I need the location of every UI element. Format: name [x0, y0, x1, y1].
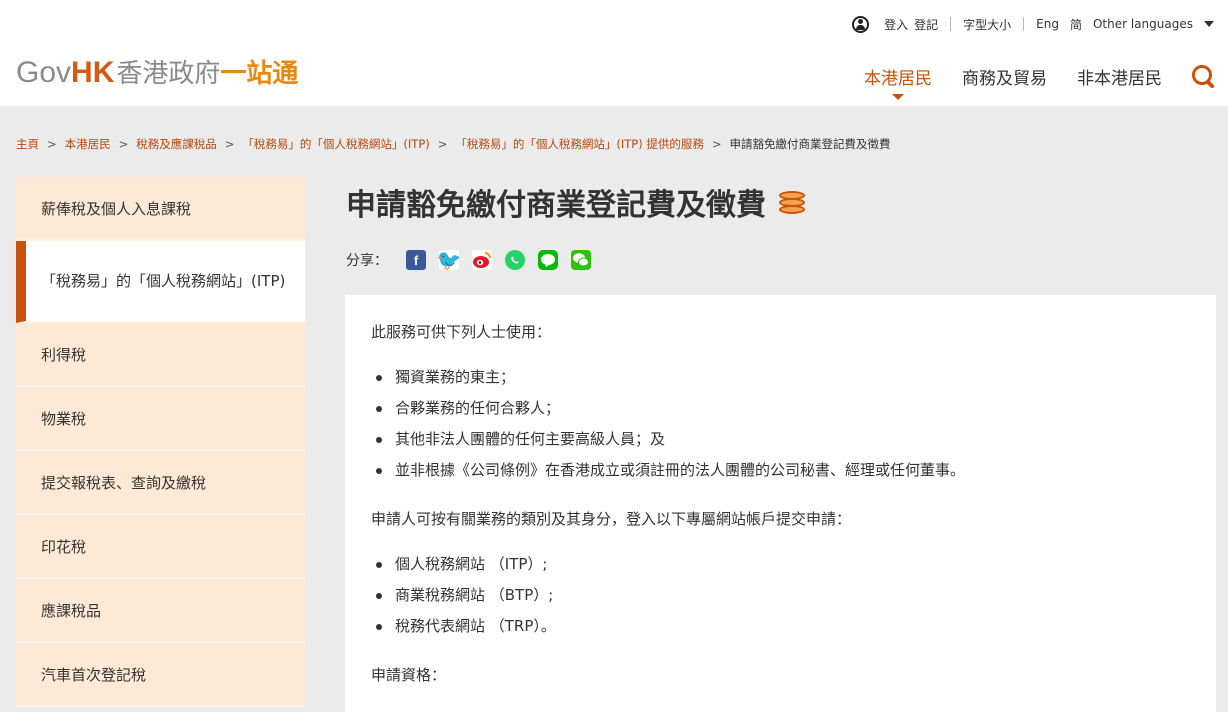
share-label: 分享： — [346, 253, 388, 269]
login-link[interactable]: 登入 — [884, 16, 908, 33]
logo-cn-highlight: 一站通 — [220, 58, 299, 88]
portal-list: 個人稅務網站 （ITP）; 商業稅務網站 （BTP）; 稅務代表網站 （TRP）… — [371, 549, 1190, 642]
weibo-icon[interactable] — [472, 250, 492, 270]
eligible-users-list: 獨資業務的東主； 合夥業務的任何合夥人； 其他非法人團體的任何主要高級人員；及 … — [371, 362, 1190, 486]
logo-hk-text: HK — [71, 56, 115, 89]
list-item: 並非根據《公司條例》在香港成立或須註冊的法人團體的公司秘書、經理或任何董事。 — [371, 455, 1190, 486]
share-bar: 分享： f 🐦 — [346, 250, 604, 272]
divider — [1023, 17, 1025, 31]
content-panel: 此服務可供下列人士使用： 獨資業務的東主； 合夥業務的任何合夥人； 其他非法人團… — [345, 295, 1216, 712]
site-header: 登入 登記 字型大小 Eng 简 Other languages Gov HK 香港… — [0, 0, 1228, 106]
twitter-icon[interactable]: 🐦 — [437, 250, 462, 272]
nav-item-non-residents[interactable]: 非本港居民 — [1077, 64, 1162, 89]
breadcrumb-residents[interactable]: 本港居民 — [65, 136, 111, 152]
page-title-text: 申請豁免繳付商業登記費及徵費 — [346, 188, 766, 223]
english-link[interactable]: Eng — [1036, 17, 1059, 31]
sidebar-item-salaries-tax[interactable]: 薪俸稅及個人入息課稅 — [16, 177, 305, 241]
other-languages-link[interactable]: Other languages — [1093, 17, 1193, 31]
sidebar-item-profits-tax[interactable]: 利得稅 — [16, 323, 305, 387]
search-icon[interactable] — [1192, 64, 1216, 89]
logo-cn-text: 香港政府 — [116, 58, 221, 88]
list-item: 其他非法人團體的任何主要高級人員；及 — [371, 424, 1190, 455]
logo-gov-text: Gov — [16, 56, 72, 89]
sidebar-nav: 薪俸稅及個人入息課稅 「稅務易」的「個人稅務網站」(ITP) 利得稅 物業稅 提… — [16, 177, 305, 707]
apply-text: 申請人可按有關業務的類別及其身分，登入以下專屬網站帳戶提交申請： — [371, 510, 852, 528]
breadcrumb-itp-services[interactable]: 「稅務易」的「個人稅務網站」(ITP) 提供的服務 — [455, 136, 703, 152]
breadcrumb-separator: > — [711, 137, 722, 151]
page-title: 申請豁免繳付商業登記費及徵費 — [346, 180, 808, 224]
nav-item-residents[interactable]: 本港居民 — [864, 64, 932, 100]
simplified-chinese-link[interactable]: 简 — [1070, 16, 1082, 33]
sidebar-item-itp[interactable]: 「稅務易」的「個人稅務網站」(ITP) — [16, 241, 305, 323]
nav-item-business[interactable]: 商務及貿易 — [962, 64, 1047, 89]
sidebar-item-filing[interactable]: 提交報稅表、查詢及繳稅 — [16, 451, 305, 515]
govhk-logo[interactable]: Gov HK 香港政府 一站通 — [16, 53, 298, 90]
breadcrumb-separator: > — [437, 137, 448, 151]
list-item: 個人稅務網站 （ITP）; — [371, 549, 1190, 580]
breadcrumb-tax[interactable]: 稅務及應課稅品 — [136, 136, 217, 152]
main-nav: 本港居民 商務及貿易 非本港居民 — [834, 64, 1216, 100]
sidebar-item-dutiable[interactable]: 應課稅品 — [16, 579, 305, 643]
list-item: 獨資業務的東主； — [371, 362, 1190, 393]
line-icon[interactable] — [538, 250, 558, 270]
wechat-icon[interactable] — [571, 250, 591, 270]
sidebar-item-stamp-duty[interactable]: 印花稅 — [16, 515, 305, 579]
breadcrumb-separator: > — [224, 137, 235, 151]
breadcrumb: 主頁 > 本港居民 > 稅務及應課稅品 > 「稅務易」的「個人稅務網站」(ITP… — [16, 136, 891, 152]
list-item: 稅務代表網站 （TRP）。 — [371, 611, 1190, 642]
breadcrumb-home[interactable]: 主頁 — [16, 136, 39, 152]
whatsapp-icon[interactable] — [505, 250, 525, 270]
breadcrumb-current: 申請豁免繳付商業登記費及徵費 — [729, 137, 891, 151]
eligibility-heading: 申請資格： — [371, 666, 447, 684]
breadcrumb-separator: > — [47, 137, 57, 151]
chevron-down-icon[interactable] — [1204, 21, 1214, 27]
utility-bar: 登入 登記 字型大小 Eng 简 Other languages — [852, 14, 1214, 34]
facebook-icon[interactable]: f — [406, 250, 426, 270]
coins-icon — [778, 187, 808, 217]
sidebar-item-vehicle-tax[interactable]: 汽車首次登記稅 — [16, 643, 305, 707]
intro-text: 此服務可供下列人士使用： — [371, 323, 552, 341]
register-link[interactable]: 登記 — [914, 16, 938, 33]
divider — [950, 17, 952, 31]
list-item: 商業稅務網站 （BTP）; — [371, 580, 1190, 611]
list-item: 合夥業務的任何合夥人； — [371, 393, 1190, 424]
breadcrumb-itp[interactable]: 「稅務易」的「個人稅務網站」(ITP) — [242, 136, 429, 152]
user-icon[interactable] — [852, 15, 870, 33]
font-size-link[interactable]: 字型大小 — [963, 16, 1011, 33]
breadcrumb-separator: > — [118, 137, 129, 151]
sidebar-item-property-tax[interactable]: 物業稅 — [16, 387, 305, 451]
